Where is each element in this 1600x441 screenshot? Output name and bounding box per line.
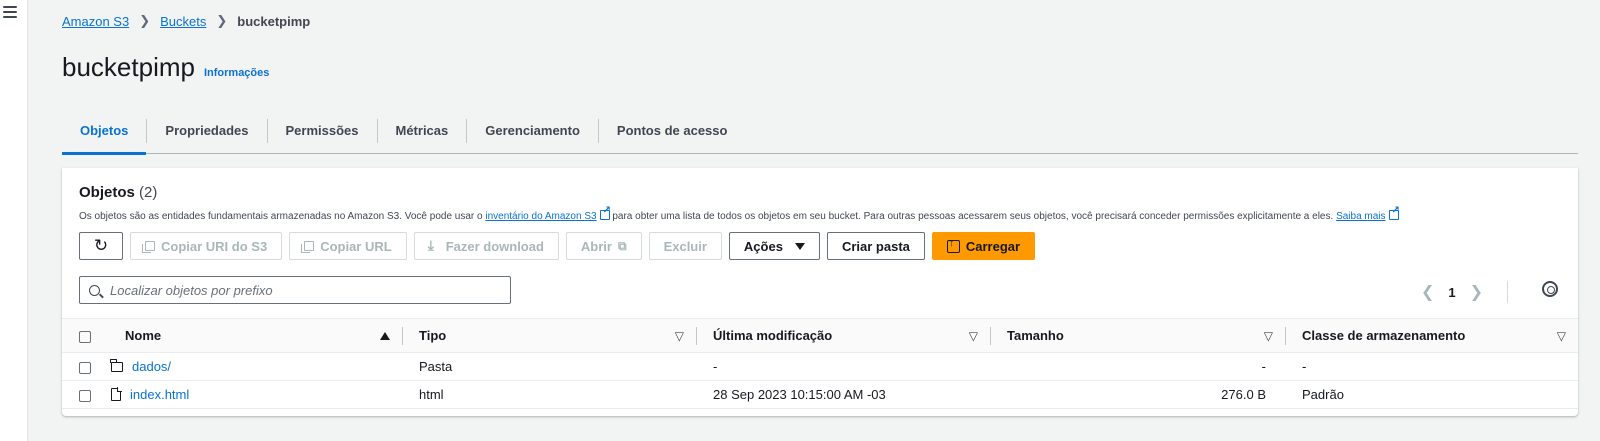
copy-s3-uri-label: Copiar URI do S3 bbox=[161, 238, 268, 254]
file-icon bbox=[111, 387, 122, 401]
prefix-search bbox=[79, 276, 511, 304]
objects-header: Objetos (2) bbox=[79, 184, 157, 201]
search-icon bbox=[89, 284, 100, 296]
table-header-row: Nome Tipo ▽ Última modificação ▽ Tamanho ▽ … bbox=[62, 318, 1578, 353]
page-header: bucketpimp Informações bbox=[62, 52, 269, 83]
object-size: - bbox=[1261, 359, 1266, 374]
object-type: Pasta bbox=[419, 359, 453, 374]
delete-label: Excluir bbox=[663, 238, 707, 254]
page-title: bucketpimp bbox=[62, 52, 195, 82]
column-header-label: Tipo bbox=[419, 328, 447, 343]
pagination: ❮ 1 ❯ bbox=[1421, 281, 1508, 303]
column-header-type[interactable]: Tipo ▽ bbox=[403, 319, 697, 353]
chevron-right-icon[interactable]: ❯ bbox=[1470, 282, 1483, 302]
external-link-icon bbox=[599, 205, 611, 220]
copy-s3-uri-button[interactable]: Copiar URI do S3 bbox=[130, 232, 283, 260]
external-link-icon: ⧉ bbox=[617, 238, 627, 253]
breadcrumb: Amazon S3 ❯ Buckets ❯ bucketpimp bbox=[62, 13, 310, 29]
chevron-left-icon[interactable]: ❮ bbox=[1421, 282, 1434, 302]
left-navigation-rail bbox=[0, 0, 28, 441]
search-input[interactable] bbox=[110, 282, 490, 298]
object-name-link[interactable]: index.html bbox=[130, 387, 189, 402]
object-modified: - bbox=[713, 359, 718, 374]
table-row: dados/ Pasta - - - bbox=[62, 353, 1578, 381]
sort-icon: ▽ bbox=[1556, 328, 1566, 343]
tab-propriedades[interactable]: Propriedades bbox=[146, 118, 266, 143]
tab-permissoes[interactable]: Permissões bbox=[266, 118, 377, 143]
download-label: Fazer download bbox=[445, 238, 544, 254]
chevron-right-icon: ❯ bbox=[216, 13, 228, 28]
column-header-name[interactable]: Nome bbox=[109, 319, 403, 353]
object-modified: 28 Sep 2023 10:15:00 AM -03 bbox=[713, 387, 886, 402]
objects-toolbar: ↻ Copiar URI do S3 Copiar URL Fazer down… bbox=[79, 232, 1036, 260]
folder-icon bbox=[110, 358, 123, 372]
upload-label: Carregar bbox=[965, 238, 1021, 254]
breadcrumb-buckets[interactable]: Buckets bbox=[160, 14, 206, 29]
objects-panel: Objetos (2) Os objetos são as entidades … bbox=[62, 168, 1578, 416]
upload-button[interactable]: Carregar bbox=[931, 232, 1036, 260]
row-checkbox[interactable] bbox=[79, 389, 91, 402]
sort-ascending-icon bbox=[380, 331, 390, 340]
learn-more-link[interactable]: Saiba mais bbox=[1336, 211, 1385, 222]
objects-table: Nome Tipo ▽ Última modificação ▽ Tamanho ▽ … bbox=[62, 318, 1578, 409]
tab-metricas[interactable]: Métricas bbox=[376, 118, 467, 143]
column-header-size[interactable]: Tamanho ▽ bbox=[991, 319, 1286, 353]
sort-icon: ▽ bbox=[968, 328, 978, 343]
menu-icon[interactable] bbox=[3, 6, 17, 18]
tab-pontos-de-acesso[interactable]: Pontos de acesso bbox=[597, 118, 746, 143]
row-checkbox[interactable] bbox=[79, 361, 91, 374]
tab-bar: Objetos Propriedades Permissões Métricas… bbox=[62, 108, 1578, 155]
column-header-label: Tamanho bbox=[1007, 328, 1064, 343]
copy-url-label: Copiar URL bbox=[320, 238, 392, 254]
object-storage-class: - bbox=[1302, 359, 1307, 374]
column-header-label: Classe de armazenamento bbox=[1302, 328, 1466, 343]
table-row: index.html html 28 Sep 2023 10:15:00 AM … bbox=[62, 381, 1578, 409]
objects-title: Objetos bbox=[79, 184, 135, 201]
refresh-button[interactable]: ↻ bbox=[79, 232, 123, 260]
tab-gerenciamento[interactable]: Gerenciamento bbox=[466, 118, 598, 143]
upload-icon bbox=[946, 237, 960, 253]
description-text-2: para obter uma lista de todos os objetos… bbox=[609, 211, 1337, 222]
external-link-icon bbox=[1388, 205, 1400, 220]
tab-objetos[interactable]: Objetos bbox=[62, 119, 147, 155]
objects-count: (2) bbox=[139, 184, 158, 201]
column-header-label: Nome bbox=[125, 328, 162, 343]
page-number[interactable]: 1 bbox=[1448, 285, 1455, 300]
caret-down-icon bbox=[794, 242, 805, 250]
divider bbox=[1507, 281, 1508, 303]
column-header-storage-class[interactable]: Classe de armazenamento ▽ bbox=[1286, 319, 1578, 353]
create-folder-label: Criar pasta bbox=[841, 238, 910, 254]
sort-icon: ▽ bbox=[674, 328, 684, 343]
select-all-checkbox[interactable] bbox=[79, 330, 91, 343]
download-button[interactable]: Fazer download bbox=[413, 232, 559, 260]
copy-icon bbox=[142, 241, 155, 253]
download-icon bbox=[428, 237, 440, 254]
create-folder-button[interactable]: Criar pasta bbox=[826, 232, 925, 260]
object-storage-class: Padrão bbox=[1302, 387, 1344, 402]
info-link[interactable]: Informações bbox=[204, 67, 269, 79]
actions-label: Ações bbox=[743, 238, 783, 254]
column-header-modified[interactable]: Última modificação ▽ bbox=[697, 319, 991, 353]
object-name-link[interactable]: dados/ bbox=[132, 359, 171, 374]
object-size: 276.0 B bbox=[1221, 387, 1266, 402]
object-type: html bbox=[419, 387, 444, 402]
actions-dropdown[interactable]: Ações bbox=[728, 232, 820, 260]
chevron-right-icon: ❯ bbox=[139, 13, 151, 28]
description-text-1: Os objetos são as entidades fundamentais… bbox=[79, 211, 486, 222]
breadcrumb-current: bucketpimp bbox=[237, 13, 311, 29]
objects-description: Os objetos são as entidades fundamentais… bbox=[79, 205, 1400, 222]
sort-icon: ▽ bbox=[1263, 328, 1273, 343]
gear-icon[interactable] bbox=[1542, 281, 1558, 297]
copy-url-button[interactable]: Copiar URL bbox=[289, 232, 407, 260]
copy-icon bbox=[301, 241, 315, 253]
inventory-link[interactable]: inventário do Amazon S3 bbox=[485, 211, 596, 222]
delete-button[interactable]: Excluir bbox=[648, 232, 722, 260]
column-header-label: Última modificação bbox=[713, 328, 833, 343]
open-button[interactable]: Abrir ⧉ bbox=[565, 232, 642, 260]
refresh-icon: ↻ bbox=[93, 236, 109, 255]
open-label: Abrir bbox=[580, 238, 612, 254]
breadcrumb-amazon-s3[interactable]: Amazon S3 bbox=[62, 14, 129, 29]
